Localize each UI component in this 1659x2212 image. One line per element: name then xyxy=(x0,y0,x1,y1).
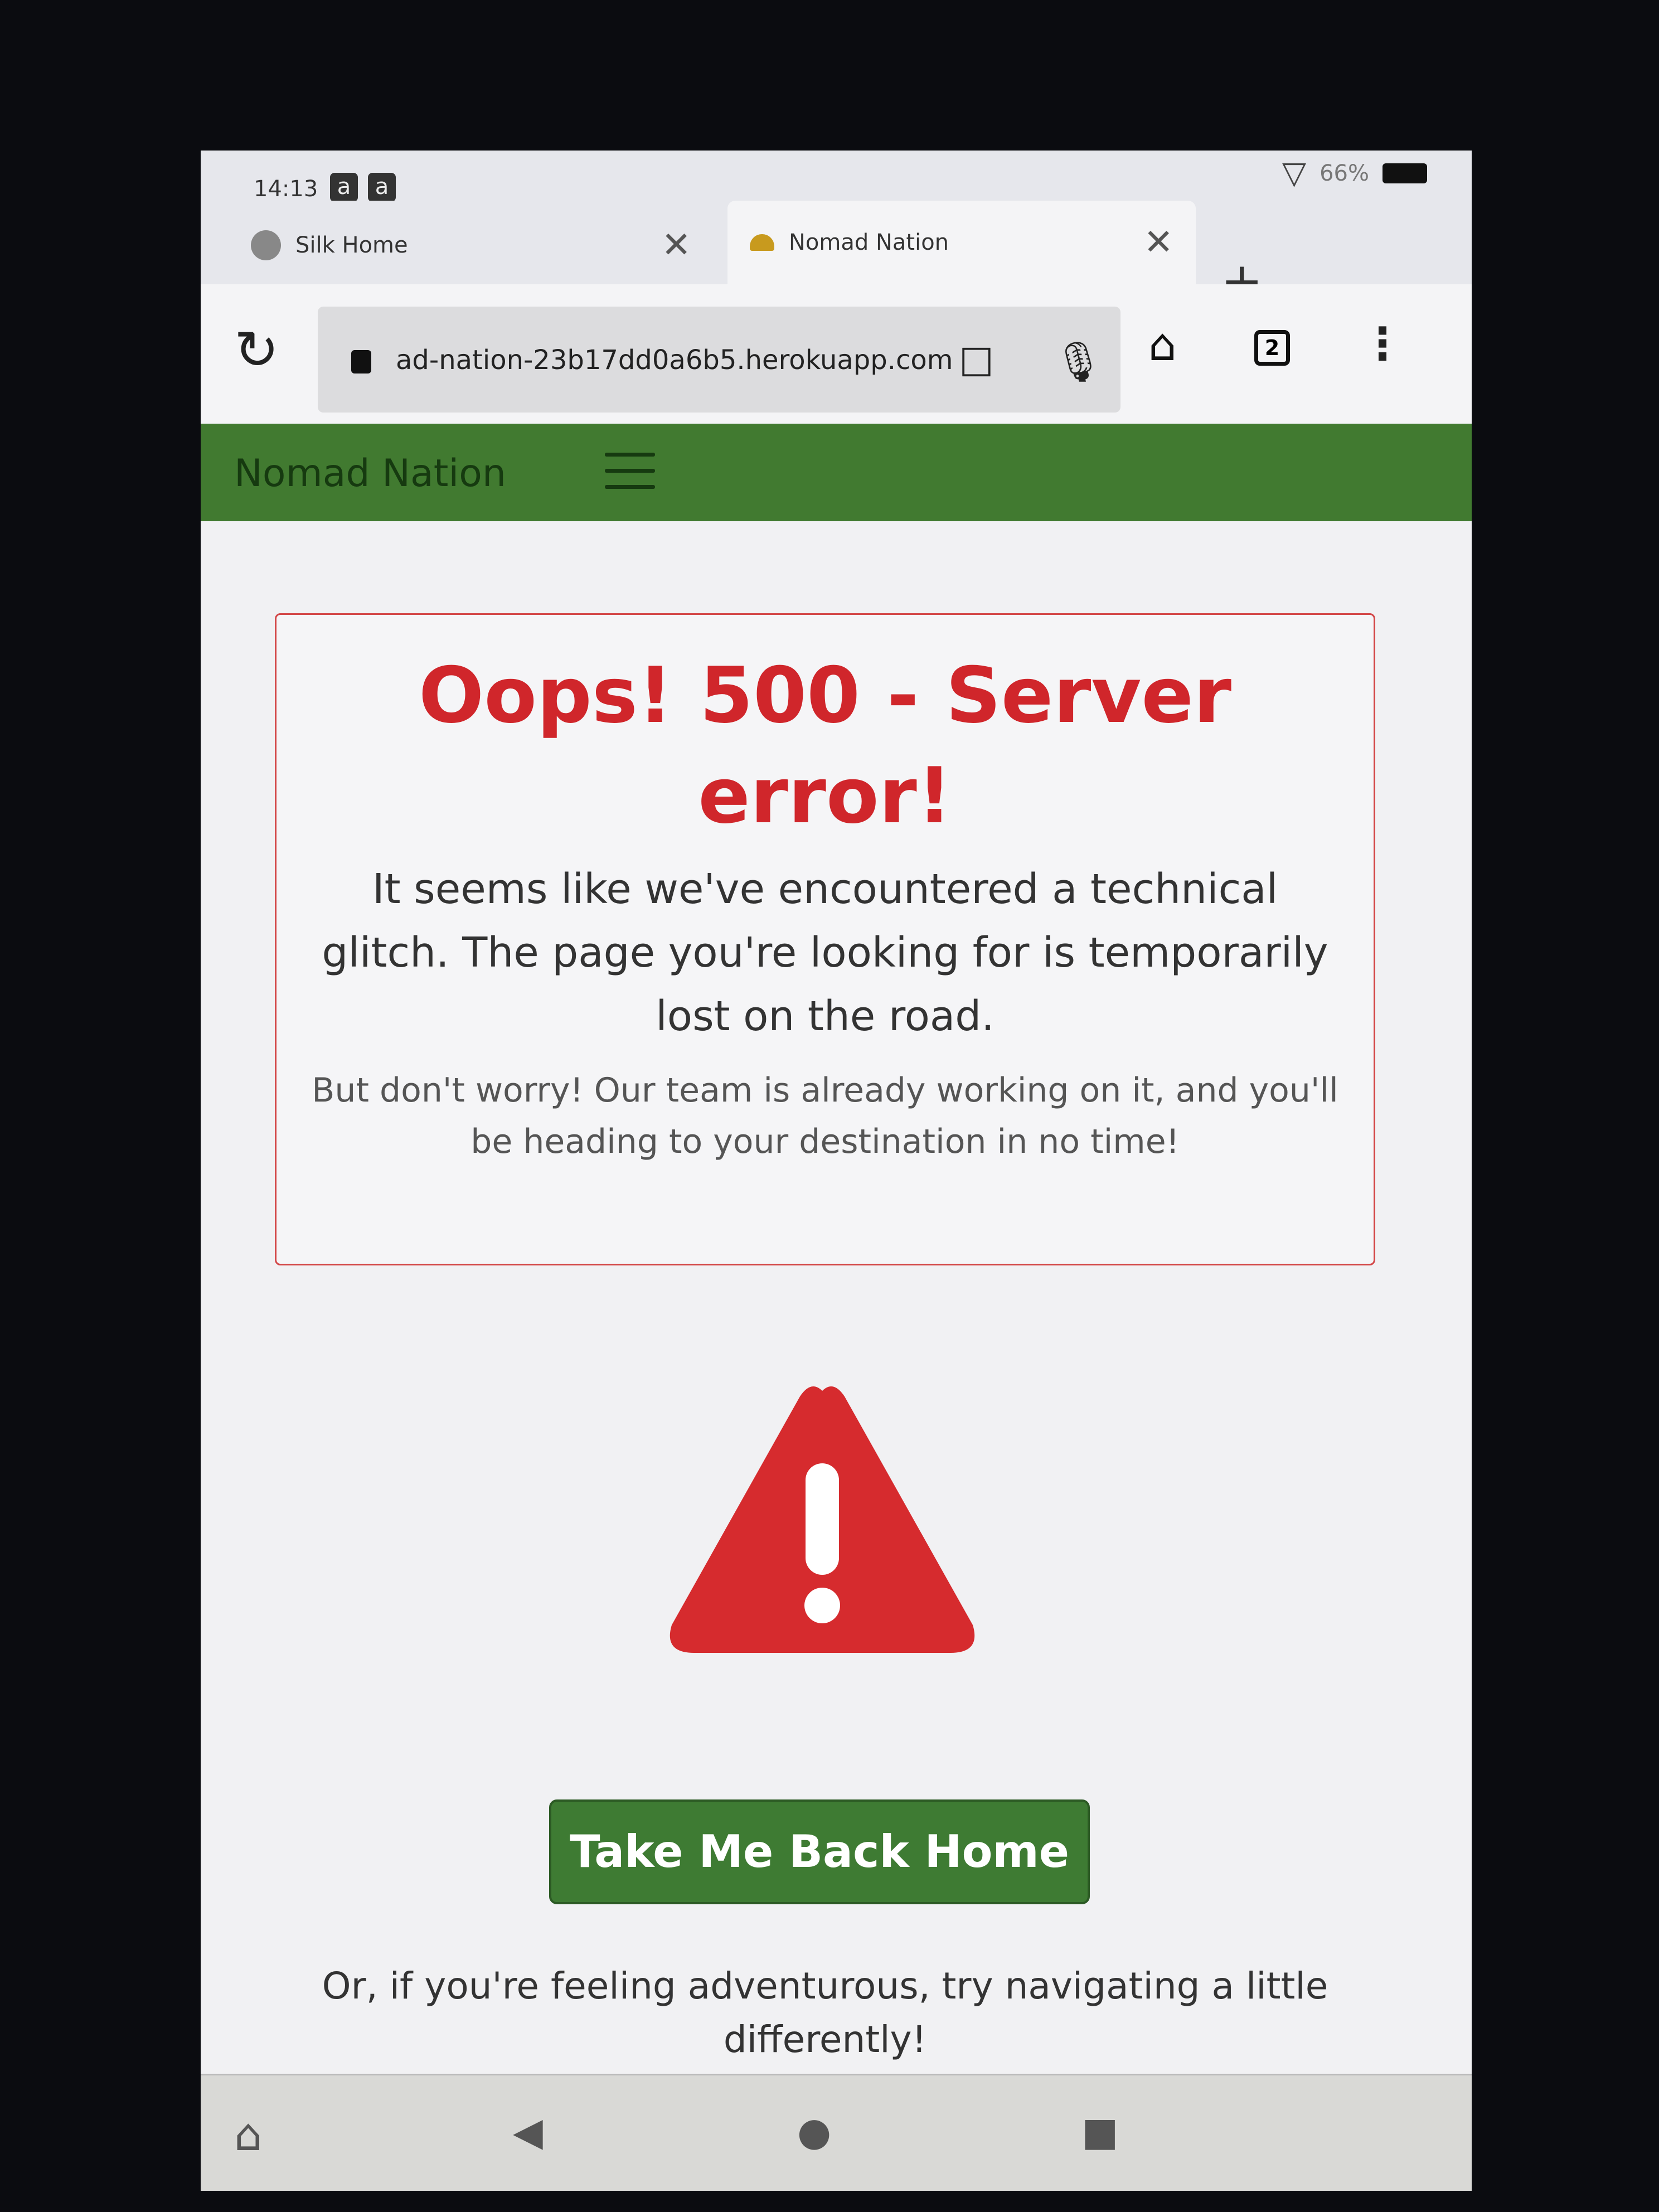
tab-label: Nomad Nation xyxy=(789,230,949,255)
address-bar[interactable]: ad-nation-23b17dd0a6b5.herokuapp.com ☐ 🎙 xyxy=(318,307,1120,413)
url-text[interactable]: ad-nation-23b17dd0a6b5.herokuapp.com xyxy=(396,345,953,376)
globe-icon xyxy=(251,230,281,260)
amazon-icon: a xyxy=(368,173,396,202)
tablet-screen: 14:13 a a ▽ 66% Silk Home ✕ Nomad Nation… xyxy=(201,151,1472,2191)
home-icon[interactable]: ⌂ xyxy=(234,2109,263,2161)
take-me-home-button[interactable]: Take Me Back Home xyxy=(549,1799,1090,1904)
more-menu-icon[interactable]: ⋮ xyxy=(1360,318,1405,370)
hamburger-menu-icon[interactable] xyxy=(605,453,655,501)
system-nav-bar: ⌂ ◀ ● ■ xyxy=(201,2074,1472,2191)
favicon-icon xyxy=(750,234,774,251)
back-icon[interactable]: ◀ xyxy=(513,2109,543,2155)
site-brand[interactable]: Nomad Nation xyxy=(234,452,506,496)
status-bar: 14:13 a a ▽ 66% xyxy=(201,151,1472,202)
home-icon[interactable]: ⌂ xyxy=(1148,319,1177,371)
amazon-icon: a xyxy=(330,173,358,202)
wifi-icon: ▽ xyxy=(1282,155,1307,191)
lock-icon xyxy=(351,350,371,373)
error-card: Oops! 500 - Server error! It seems like … xyxy=(275,613,1375,1265)
footer-text: Or, if you're feeling adventurous, try n… xyxy=(322,1964,1328,2061)
tab-count-button[interactable]: 2 xyxy=(1254,330,1290,366)
bookmark-icon[interactable]: ☐ xyxy=(959,340,994,386)
battery-percent: 66% xyxy=(1320,160,1369,186)
battery-icon xyxy=(1382,163,1427,183)
recents-icon[interactable]: ■ xyxy=(1081,2109,1118,2155)
tab-label: Silk Home xyxy=(295,232,408,258)
close-tab-icon[interactable]: ✕ xyxy=(1143,222,1173,263)
microphone-icon[interactable]: 🎙 xyxy=(1054,339,1103,385)
home-circle-icon[interactable]: ● xyxy=(797,2109,831,2155)
site-navbar: Nomad Nation xyxy=(201,424,1472,521)
tab-silk-home[interactable]: Silk Home ✕ xyxy=(223,206,714,284)
clock: 14:13 xyxy=(254,176,318,202)
toolbar: ↻ ad-nation-23b17dd0a6b5.herokuapp.com ☐… xyxy=(201,284,1472,424)
error-reassurance: But don't worry! Our team is already wor… xyxy=(312,1071,1338,1161)
close-tab-icon[interactable]: ✕ xyxy=(661,225,691,266)
warning-triangle-icon xyxy=(670,1386,975,1653)
tab-strip: Silk Home ✕ Nomad Nation ✕ + xyxy=(201,201,1472,307)
error-message: It seems like we've encountered a techni… xyxy=(322,865,1328,1040)
error-title: Oops! 500 - Server error! xyxy=(418,651,1232,841)
tab-nomad-nation[interactable]: Nomad Nation ✕ xyxy=(727,201,1196,284)
reload-icon[interactable]: ↻ xyxy=(234,323,279,377)
